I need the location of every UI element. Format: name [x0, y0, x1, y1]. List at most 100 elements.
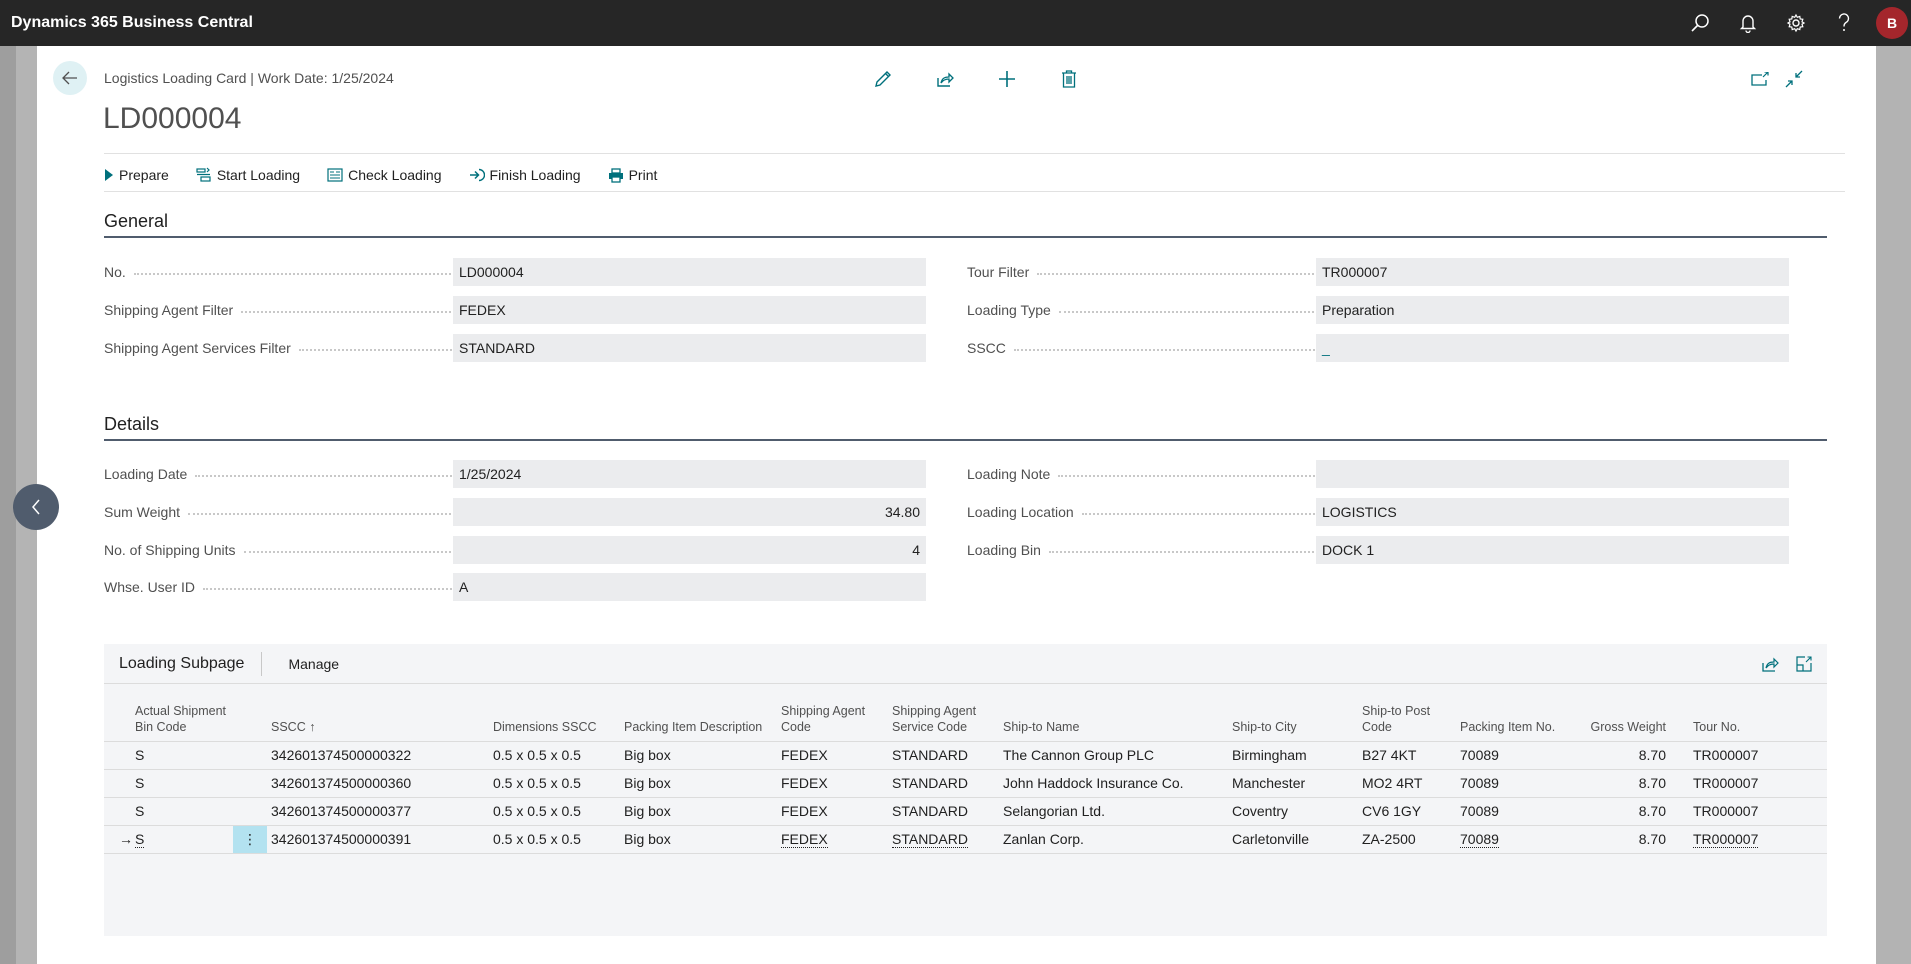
field-loading-note[interactable] — [1316, 460, 1789, 488]
add-icon[interactable] — [976, 64, 1038, 94]
cell-shipping-agent-service-code-text: STANDARD — [892, 747, 968, 763]
search-icon[interactable] — [1676, 0, 1724, 46]
col-dimensions-sscc[interactable]: Dimensions SSCC — [489, 684, 620, 742]
start-loading-button[interactable]: Start Loading — [196, 167, 300, 183]
cell-gross-weight[interactable]: 8.70 — [1581, 825, 1670, 854]
cell-sscc[interactable]: 342601374500000391 — [267, 825, 489, 854]
cell-ship-to-city[interactable]: Carletonville — [1228, 825, 1358, 854]
cell-dimensions-sscc[interactable]: 0.5 x 0.5 x 0.5 — [489, 741, 620, 770]
cell-shipping-agent-service-code[interactable]: STANDARD — [888, 825, 999, 854]
cell-actual-shipment-bin-code[interactable]: S — [131, 741, 233, 770]
col-gross-weight[interactable]: Gross Weight — [1581, 684, 1670, 742]
field-loading-location[interactable]: LOGISTICS — [1316, 498, 1789, 526]
cell-ship-to-city[interactable]: Manchester — [1228, 769, 1358, 798]
table-row[interactable]: S 342601374500000377 0.5 x 0.5 x 0.5 Big bo… — [104, 797, 1827, 826]
print-button[interactable]: Print — [608, 167, 657, 183]
cell-tour-no[interactable]: TR000007 — [1689, 825, 1827, 854]
cell-shipping-agent-code[interactable]: FEDEX — [777, 741, 888, 770]
cell-packing-item-no[interactable]: 70089 — [1456, 769, 1581, 798]
table-row[interactable]: →S ⋮342601374500000391 0.5 x 0.5 x 0.5 Big … — [104, 825, 1827, 854]
col-ship-to-post-code[interactable]: Ship-to Post Code — [1358, 684, 1456, 742]
cell-tour-no[interactable]: TR000007 — [1689, 797, 1827, 826]
cell-sscc[interactable]: 342601374500000322 — [267, 741, 489, 770]
cell-ship-to-city[interactable]: Birmingham — [1228, 741, 1358, 770]
cell-actual-shipment-bin-code[interactable]: S — [131, 825, 233, 854]
field-sscc[interactable]: _ — [1316, 334, 1789, 362]
cell-shipping-agent-service-code[interactable]: STANDARD — [888, 797, 999, 826]
cell-tour-no[interactable]: TR000007 — [1689, 741, 1827, 770]
expand-icon[interactable] — [1787, 649, 1821, 679]
cell-packing-item-description[interactable]: Big box — [620, 797, 777, 826]
collapse-icon[interactable] — [1777, 64, 1811, 94]
check-loading-button[interactable]: Check Loading — [327, 167, 442, 183]
delete-icon[interactable] — [1038, 64, 1100, 94]
cell-sscc[interactable]: 342601374500000360 — [267, 769, 489, 798]
cell-ship-to-post-code[interactable]: MO2 4RT — [1358, 769, 1456, 798]
cell-gross-weight[interactable]: 8.70 — [1581, 797, 1670, 826]
cell-packing-item-description[interactable]: Big box — [620, 769, 777, 798]
help-icon[interactable] — [1820, 0, 1868, 46]
col-tour-no[interactable]: Tour No. — [1689, 684, 1827, 742]
cell-packing-item-no[interactable]: 70089 — [1456, 797, 1581, 826]
field-no[interactable]: LD000004 — [453, 258, 926, 286]
cell-ship-to-post-code[interactable]: ZA-2500 — [1358, 825, 1456, 854]
table-row[interactable]: S 342601374500000360 0.5 x 0.5 x 0.5 Big bo… — [104, 769, 1827, 798]
col-sscc[interactable]: SSCC ↑ — [267, 684, 489, 742]
cell-tour-no[interactable]: TR000007 — [1689, 769, 1827, 798]
cell-shipping-agent-service-code[interactable]: STANDARD — [888, 741, 999, 770]
cell-ship-to-name[interactable]: Selangorian Ltd. — [999, 797, 1228, 826]
field-tour-filter[interactable]: TR000007 — [1316, 258, 1789, 286]
prepare-button[interactable]: Prepare — [104, 167, 169, 183]
bell-icon[interactable] — [1724, 0, 1772, 46]
table-row[interactable]: S 342601374500000322 0.5 x 0.5 x 0.5 Big bo… — [104, 741, 1827, 770]
field-loading-date[interactable]: 1/25/2024 — [453, 460, 926, 488]
field-no-of-shipping-units[interactable]: 4 — [453, 536, 926, 564]
share-icon[interactable] — [914, 64, 976, 94]
cell-ship-to-name[interactable]: John Haddock Insurance Co. — [999, 769, 1228, 798]
col-ship-to-city[interactable]: Ship-to City — [1228, 684, 1358, 742]
row-menu-button[interactable]: ⋮ — [233, 825, 267, 854]
open-in-new-window-icon[interactable] — [1743, 64, 1777, 94]
field-loading-bin[interactable]: DOCK 1 — [1316, 536, 1789, 564]
field-shipping-agent-filter[interactable]: FEDEX — [453, 296, 926, 324]
manage-button[interactable]: Manage — [288, 656, 339, 672]
cell-shipping-agent-code[interactable]: FEDEX — [777, 797, 888, 826]
col-shipping-agent-service-code[interactable]: Shipping Agent Service Code — [888, 684, 999, 742]
collapse-sidebar-button[interactable] — [13, 484, 59, 530]
cell-packing-item-no[interactable]: 70089 — [1456, 741, 1581, 770]
field-loading-type[interactable]: Preparation — [1316, 296, 1789, 324]
cell-shipping-agent-code[interactable]: FEDEX — [777, 769, 888, 798]
cell-gross-weight[interactable]: 8.70 — [1581, 769, 1670, 798]
field-sum-weight[interactable]: 34.80 — [453, 498, 926, 526]
avatar[interactable]: B — [1876, 7, 1908, 39]
share-icon[interactable] — [1753, 649, 1787, 679]
cell-ship-to-name[interactable]: The Cannon Group PLC — [999, 741, 1228, 770]
edit-icon[interactable] — [852, 64, 914, 94]
col-packing-item-no[interactable]: Packing Item No. — [1456, 684, 1581, 742]
cell-shipping-agent-code[interactable]: FEDEX — [777, 825, 888, 854]
cell-actual-shipment-bin-code[interactable]: S — [131, 797, 233, 826]
cell-ship-to-name[interactable]: Zanlan Corp. — [999, 825, 1228, 854]
finish-loading-button[interactable]: Finish Loading — [469, 167, 581, 183]
col-actual-shipment-bin-code[interactable]: Actual Shipment Bin Code — [131, 684, 233, 742]
cell-ship-to-post-code[interactable]: CV6 1GY — [1358, 797, 1456, 826]
cell-dimensions-sscc[interactable]: 0.5 x 0.5 x 0.5 — [489, 769, 620, 798]
cell-packing-item-description[interactable]: Big box — [620, 825, 777, 854]
col-packing-item-description[interactable]: Packing Item Description — [620, 684, 777, 742]
gear-icon[interactable] — [1772, 0, 1820, 46]
field-whse-user-id[interactable]: A — [453, 573, 926, 601]
cell-packing-item-description[interactable]: Big box — [620, 741, 777, 770]
cell-ship-to-post-code[interactable]: B27 4KT — [1358, 741, 1456, 770]
col-ship-to-name[interactable]: Ship-to Name — [999, 684, 1228, 742]
cell-actual-shipment-bin-code[interactable]: S — [131, 769, 233, 798]
cell-sscc[interactable]: 342601374500000377 — [267, 797, 489, 826]
cell-ship-to-city[interactable]: Coventry — [1228, 797, 1358, 826]
cell-packing-item-no[interactable]: 70089 — [1456, 825, 1581, 854]
field-shipping-agent-services-filter[interactable]: STANDARD — [453, 334, 926, 362]
back-button[interactable] — [53, 61, 87, 95]
cell-dimensions-sscc[interactable]: 0.5 x 0.5 x 0.5 — [489, 797, 620, 826]
col-shipping-agent-code[interactable]: Shipping Agent Code — [777, 684, 888, 742]
cell-shipping-agent-service-code[interactable]: STANDARD — [888, 769, 999, 798]
cell-gross-weight[interactable]: 8.70 — [1581, 741, 1670, 770]
cell-dimensions-sscc[interactable]: 0.5 x 0.5 x 0.5 — [489, 825, 620, 854]
